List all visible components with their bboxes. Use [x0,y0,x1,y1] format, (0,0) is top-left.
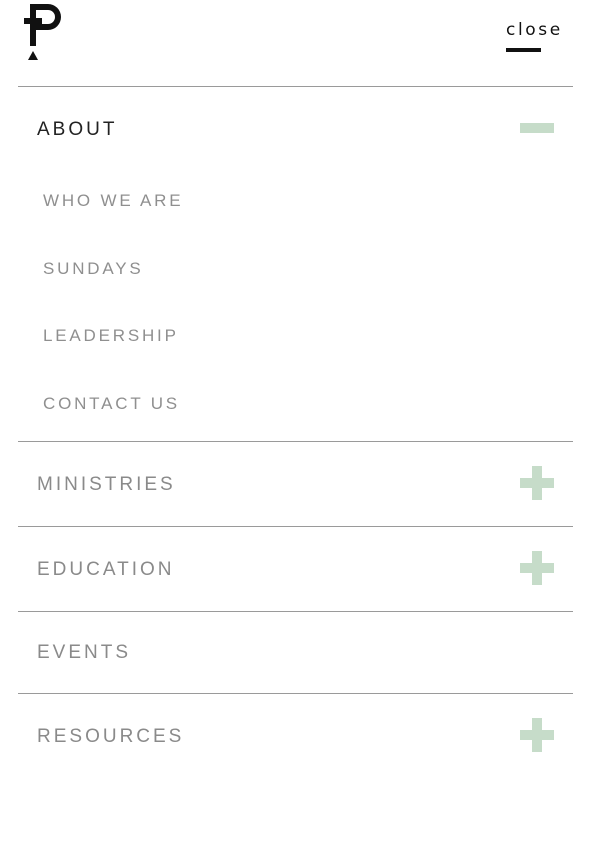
minus-icon[interactable] [520,111,554,145]
menu-item-label: MINISTRIES [37,474,176,495]
menu-item-label: ABOUT [37,119,118,140]
menu-item-education[interactable]: EDUCATION [18,527,573,611]
plus-icon[interactable] [520,466,554,500]
submenu-item-label: LEADERSHIP [43,326,179,345]
menu-item-events[interactable]: EVENTS [18,612,573,693]
menu-section-about: ABOUT WHO WE ARE SUNDAYS LEADERSHIP CONT… [18,86,573,441]
close-button[interactable]: close [504,18,568,58]
submenu-item-label: SUNDAYS [43,258,144,278]
menu-item-label: EDUCATION [37,559,175,580]
close-label: close [506,20,563,40]
menu-section-ministries: MINISTRIES [18,441,573,526]
plus-icon[interactable] [520,718,554,752]
menu-section-education: EDUCATION [18,526,573,611]
submenu-item-contact-us[interactable]: CONTACT US [18,374,573,442]
submenu-item-label: CONTACT US [43,393,180,413]
menu-item-ministries[interactable]: MINISTRIES [18,442,573,526]
submenu-about: WHO WE ARE SUNDAYS LEADERSHIP CONTACT US [18,171,573,441]
main-menu: ABOUT WHO WE ARE SUNDAYS LEADERSHIP CONT… [18,86,573,778]
close-underline [506,48,541,52]
cross-p-logo-icon[interactable] [22,4,64,62]
menu-section-resources: RESOURCES [18,693,573,778]
menu-item-label: EVENTS [37,642,132,663]
menu-item-label: RESOURCES [37,726,185,747]
submenu-item-label: WHO WE ARE [43,191,184,210]
menu-item-resources[interactable]: RESOURCES [18,694,573,778]
menu-item-about[interactable]: ABOUT [18,87,573,171]
submenu-item-who-we-are[interactable]: WHO WE ARE [18,171,573,239]
menu-section-events: EVENTS [18,611,573,693]
site-header: close [0,0,589,87]
submenu-item-sundays[interactable]: SUNDAYS [18,239,573,307]
plus-icon[interactable] [520,551,554,585]
submenu-item-leadership[interactable]: LEADERSHIP [18,306,573,374]
